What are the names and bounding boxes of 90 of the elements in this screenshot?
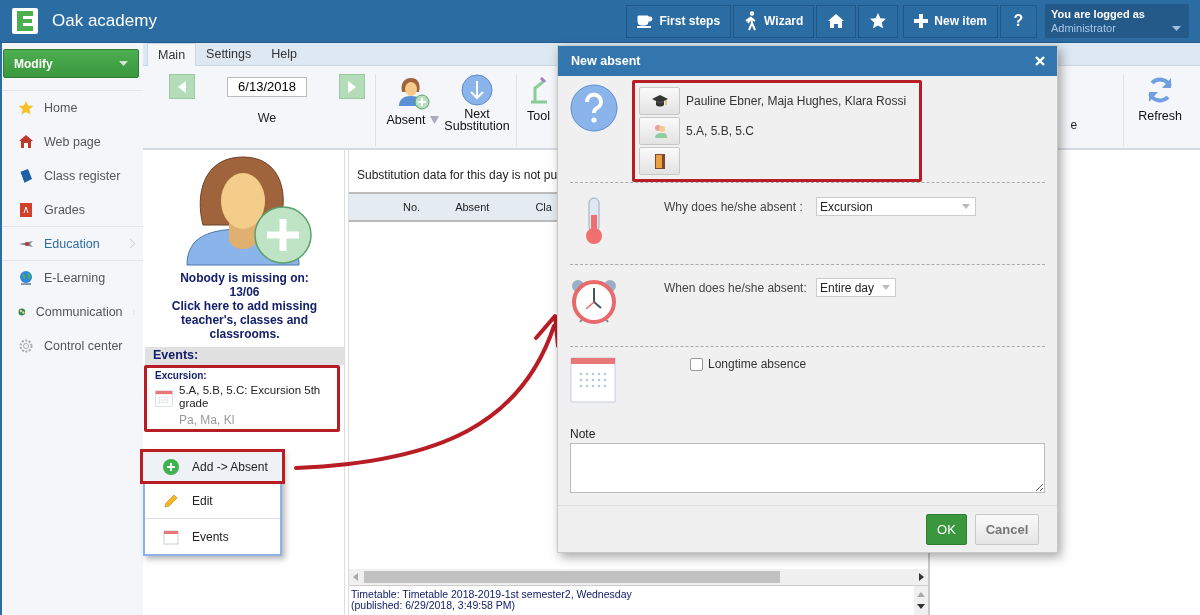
header-button[interactable]: First steps: [626, 4, 732, 38]
vertical-scrollbar[interactable]: [914, 586, 928, 615]
left-triangle-icon: [178, 80, 186, 93]
help-button[interactable]: ?: [1000, 4, 1037, 38]
header-button[interactable]: Wizard: [733, 4, 815, 38]
down-arrow-icon: [917, 604, 925, 609]
caret-icon: [882, 285, 891, 290]
longtime-label: Longtime absence: [708, 357, 807, 371]
ok-button[interactable]: OK: [926, 513, 967, 545]
ribbon-tab[interactable]: Main: [147, 43, 197, 66]
pencil-icon: [163, 493, 179, 509]
door-icon: [653, 153, 666, 169]
logo-icon: [12, 8, 38, 34]
column-header: Absent: [455, 201, 490, 213]
subject-picker-button[interactable]: [639, 87, 680, 115]
star-icon: [869, 12, 888, 30]
dialog-title: New absent: [571, 54, 641, 68]
book-icon: [18, 168, 34, 184]
plus-circle-icon: [163, 458, 179, 475]
sidebar-item[interactable]: Control center: [2, 329, 143, 363]
grade-icon: [18, 201, 34, 218]
gear-icon: [18, 338, 34, 354]
close-icon[interactable]: [1035, 56, 1045, 66]
home-icon: [827, 13, 846, 29]
app-title: Oak academy: [52, 11, 157, 31]
subject-picker-button[interactable]: [639, 147, 680, 175]
subject-text: 5.A, 5.B, 5.C: [686, 124, 755, 138]
ribbon-button[interactable]: Tool: [527, 74, 561, 142]
person-add-icon: [396, 76, 430, 110]
horizontal-scrollbar[interactable]: [349, 569, 928, 586]
missing-message-link[interactable]: Nobody is missing on: 13/06 Click here to add missing teacher's, classes and classrooms.: [164, 271, 325, 341]
star-icon: [18, 100, 34, 116]
refresh-button[interactable]: Refresh: [1132, 74, 1200, 142]
sidebar-item[interactable]: Class register: [2, 159, 143, 193]
event-card[interactable]: Excursion: 5.A, 5.B, 5.C: Excursion 5th grade Pa, Ma, Kl: [144, 365, 340, 432]
walking-person-icon: [744, 11, 759, 31]
time-label: When does he/she absent:: [664, 280, 808, 295]
ribbon-tab[interactable]: Settings: [196, 43, 262, 65]
caret-icon: [962, 204, 970, 209]
note-field[interactable]: [570, 443, 1045, 493]
globe-icon: [18, 270, 34, 286]
sidebar-item[interactable]: Education: [2, 227, 143, 261]
event-title: 5.A, 5.B, 5.C: Excursion 5th grade: [179, 384, 322, 410]
menu-item[interactable]: Edit: [145, 484, 280, 519]
note-label: Note: [570, 427, 597, 441]
menu-item[interactable]: Events: [145, 519, 280, 554]
left-arrow-icon: [353, 573, 358, 581]
header-button[interactable]: New item: [903, 4, 998, 38]
reason-label: Why does he/she absent :: [664, 199, 804, 214]
ribbon-tab[interactable]: Help: [261, 43, 307, 65]
date-field[interactable]: 6/13/2018: [227, 76, 307, 97]
sidebar-item[interactable]: Home: [2, 91, 143, 125]
thermometer-icon: [583, 197, 605, 245]
sidebar-item[interactable]: E-Learning: [2, 261, 143, 295]
ribbon-button[interactable]: Absent: [384, 74, 442, 142]
plus-icon: [914, 14, 929, 28]
right-triangle-icon: [348, 80, 356, 93]
subject-text: Pauline Ebner, Maja Hughes, Klara Rossi: [686, 94, 907, 108]
caret-icon: [1172, 26, 1181, 31]
weekday-label: We: [257, 111, 277, 125]
calendar-icon: [570, 357, 616, 403]
event-people: Pa, Ma, Kl: [179, 413, 236, 427]
ribbon-label: e: [1070, 118, 1078, 132]
reason-select[interactable]: Excursion: [816, 197, 976, 216]
graduation-cap-icon: [651, 94, 668, 108]
dropdown-arrow-icon: [430, 116, 440, 124]
calendar-icon: [163, 528, 179, 545]
question-mark-icon: [570, 84, 618, 132]
column-header: Cla: [535, 201, 552, 213]
notice-text: Substitution data for this day is not pu: [357, 168, 558, 182]
user-menu[interactable]: You are logged as Administrator: [1045, 4, 1189, 38]
caret-icon: [119, 61, 128, 66]
alarm-clock-icon: [570, 278, 618, 326]
cup-icon: [637, 14, 654, 28]
favorites-button[interactable]: [858, 4, 899, 38]
events-heading: Events:: [145, 347, 344, 365]
house-icon: [18, 134, 34, 150]
longtime-checkbox[interactable]: [690, 357, 703, 371]
right-arrow-icon: [919, 573, 924, 581]
cancel-button[interactable]: Cancel: [975, 513, 1039, 545]
sidebar-item[interactable]: Communication: [2, 295, 143, 329]
sidebar-item[interactable]: Web page: [2, 125, 143, 159]
time-select[interactable]: Entire day: [816, 278, 897, 297]
sidebar-item[interactable]: Grades: [2, 193, 143, 227]
up-arrow-icon: [917, 592, 925, 597]
home-button[interactable]: [816, 4, 857, 38]
timetable-info: Timetable: Timetable 2018-2019-1st semester2, Wednesday (published: 6/29/2018, 3:49:58 PM): [350, 587, 633, 613]
column-header: No.: [403, 201, 421, 213]
ribbon-button[interactable]: Next Substitution: [442, 74, 512, 142]
menu-item[interactable]: Add -> Absent: [140, 449, 285, 484]
